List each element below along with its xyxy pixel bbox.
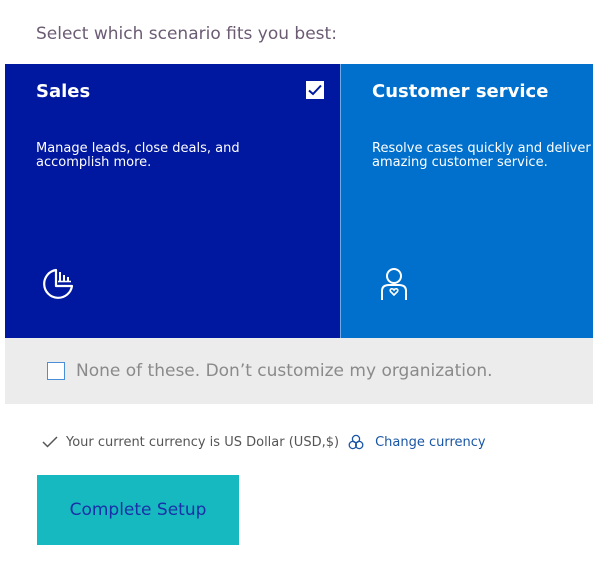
scenario-tile-sales[interactable]: Sales Manage leads, close deals, and acc… [5, 64, 340, 338]
complete-setup-button[interactable]: Complete Setup [37, 475, 239, 545]
scenario-prompt: Select which scenario fits you best: [36, 24, 337, 44]
scenario-description-sales: Manage leads, close deals, and accomplis… [36, 141, 240, 170]
no-customization-label: None of these. Don’t customize my organi… [76, 361, 493, 381]
scenario-title-sales: Sales [36, 81, 91, 102]
currency-text: Your current currency is US Dollar (USD,… [66, 434, 340, 450]
checkmark-icon [308, 84, 322, 96]
currency-row: Your current currency is US Dollar (USD,… [42, 432, 486, 452]
setup-page: Select which scenario fits you best: Sal… [0, 0, 593, 579]
checkmark-icon [42, 436, 58, 448]
scenario-title-customer-service: Customer service [372, 81, 549, 102]
scenario-tiles: Sales Manage leads, close deals, and acc… [5, 64, 593, 338]
no-customization-checkbox[interactable] [47, 362, 65, 380]
selected-checkbox[interactable] [306, 81, 324, 99]
sales-chart-icon [43, 268, 74, 299]
scenario-description-customer-service: Resolve cases quickly and deliver amazin… [372, 141, 591, 170]
customer-service-person-icon [381, 268, 407, 300]
scenario-tile-customer-service[interactable]: Customer service Resolve cases quickly a… [340, 64, 593, 338]
no-customization-row: None of these. Don’t customize my organi… [5, 338, 593, 404]
globe-icon[interactable] [348, 434, 364, 450]
change-currency-link[interactable]: Change currency [375, 435, 486, 450]
